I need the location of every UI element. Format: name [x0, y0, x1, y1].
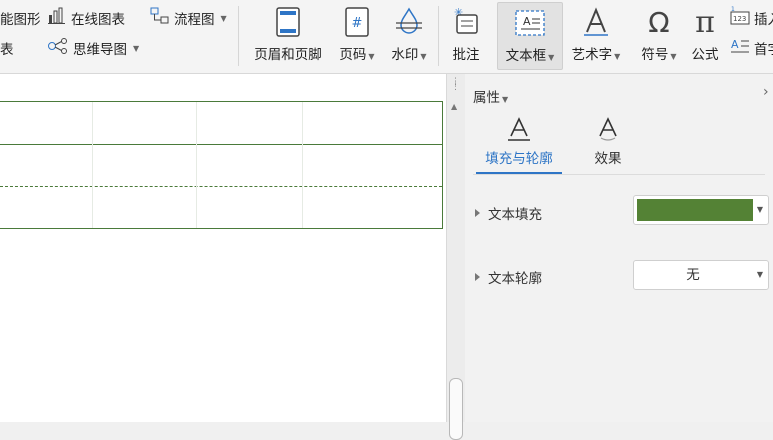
flowchart-button[interactable]: 流程图 ▼ — [150, 7, 227, 29]
tab-effects-label: 效果 — [594, 151, 622, 167]
comment-label: 批注 — [452, 47, 480, 63]
comment-button[interactable]: ✳ 批注 — [446, 2, 486, 68]
chevron-down-icon: ▼ — [220, 13, 227, 23]
online-chart-label: 在线图表 — [71, 12, 125, 28]
text-effect-icon — [595, 114, 621, 144]
chevron-down-icon: ▼ — [548, 53, 555, 62]
page-number-icon: # — [340, 2, 374, 42]
chevron-down-icon: ▼ — [614, 52, 621, 61]
dropcap-label: 首字 — [754, 42, 773, 58]
scroll-up-arrow-icon[interactable]: ▲ — [451, 102, 457, 111]
chevron-right-icon[interactable]: › — [763, 84, 769, 100]
text-fill-expander[interactable]: 文本填充 — [475, 203, 542, 223]
svg-text:123: 123 — [733, 15, 746, 23]
chevron-down-icon: ▼ — [502, 95, 509, 104]
chevron-down-icon: ▼ — [368, 52, 375, 61]
fill-outline-icon — [506, 114, 532, 144]
formula-button[interactable]: π 公式 — [686, 2, 724, 68]
pane-title[interactable]: 属性 ▼ — [473, 86, 508, 106]
document-canvas[interactable] — [0, 74, 446, 422]
fill-color-swatch — [637, 199, 753, 221]
expand-triangle-icon — [475, 273, 480, 281]
splitter-grip-icon[interactable]: ⋮ ⋮ — [451, 78, 460, 92]
tab-fill-outline[interactable]: 填充与轮廓 — [476, 114, 562, 174]
text-outline-expander[interactable]: 文本轮廓 — [475, 267, 542, 287]
svg-text:#: # — [352, 16, 363, 31]
online-chart-button[interactable]: 在线图表 — [47, 7, 125, 29]
watermark-icon — [392, 2, 426, 42]
table-row[interactable] — [0, 145, 442, 187]
table-label: 表 — [0, 42, 14, 58]
text-fill-dropdown[interactable]: ▼ — [633, 195, 769, 225]
smart-graphic-button[interactable]: 能图形 — [0, 8, 41, 28]
textbox-button[interactable]: A 文本框 ▼ — [497, 2, 563, 70]
text-outline-dropdown[interactable]: 无 ▼ — [633, 260, 769, 290]
formula-label: 公式 — [691, 47, 719, 63]
vertical-scrollbar[interactable]: ⋮ ⋮ ▲ — [446, 74, 465, 440]
tab-divider — [473, 174, 765, 175]
page-number-label: 页码 ▼ — [339, 47, 375, 63]
chevron-down-icon: ▼ — [756, 205, 763, 214]
wordart-label: 艺术字 ▼ — [571, 47, 621, 63]
tab-fill-outline-label: 填充与轮廓 — [485, 151, 553, 167]
wordart-button[interactable]: 艺术字 ▼ — [567, 2, 625, 68]
smart-graphic-label: 能图形 — [0, 12, 41, 28]
mindmap-button[interactable]: 思维导图 ▼ — [47, 38, 139, 58]
flowchart-icon — [150, 7, 170, 29]
table-column-divider — [302, 102, 303, 228]
ribbon-toolbar: 能图形 表 在线图表 流程图 ▼ 思维导图 ▼ 页眉和页脚 # 页码 ▼ 水印 … — [0, 0, 773, 74]
chevron-down-icon: ▼ — [420, 52, 427, 61]
chevron-down-icon: ▼ — [670, 52, 677, 61]
header-footer-icon — [271, 2, 305, 42]
flowchart-label: 流程图 — [174, 12, 215, 28]
table-column-divider — [196, 102, 197, 228]
omega-icon: Ω — [648, 5, 670, 39]
expand-triangle-icon — [475, 209, 480, 217]
pi-icon: π — [695, 4, 715, 40]
ribbon-separator — [238, 6, 239, 66]
table-row[interactable] — [0, 102, 442, 145]
textbox-icon: A — [513, 3, 547, 43]
ribbon-separator — [438, 6, 439, 66]
symbol-button[interactable]: Ω 符号 ▼ — [637, 2, 681, 68]
dropcap-button[interactable]: A 首字 — [730, 38, 773, 58]
text-outline-label: 文本轮廓 — [488, 271, 542, 287]
svg-text:1: 1 — [731, 6, 735, 13]
dropcap-icon: A — [730, 37, 750, 59]
document-table[interactable] — [0, 101, 443, 229]
tab-effects[interactable]: 效果 — [583, 114, 633, 172]
text-outline-value: 无 — [686, 267, 700, 283]
properties-pane: 属性 ▼ › 填充与轮廓 效果 文本填充 ▼ 文本轮廓 无 ▼ — [465, 74, 773, 422]
mindmap-label: 思维导图 — [73, 42, 127, 58]
table-button[interactable]: 表 — [0, 38, 14, 58]
svg-text:A: A — [523, 15, 531, 28]
mindmap-icon — [47, 37, 69, 59]
insert-number-button[interactable]: 1231 插入 — [730, 6, 773, 30]
number-list-icon: 123 1 — [730, 6, 750, 30]
page-number-button[interactable]: # 页码 ▼ — [335, 2, 379, 68]
textbox-label: 文本框 ▼ — [505, 48, 555, 64]
header-footer-button[interactable]: 页眉和页脚 — [248, 2, 328, 68]
watermark-label: 水印 ▼ — [391, 47, 427, 63]
chevron-down-icon: ▼ — [133, 43, 140, 53]
scrollbar-thumb[interactable] — [449, 378, 463, 440]
chevron-down-icon: ▼ — [756, 270, 763, 279]
text-fill-label: 文本填充 — [488, 207, 542, 223]
wordart-icon — [579, 2, 613, 42]
header-footer-label: 页眉和页脚 — [254, 47, 322, 63]
symbol-label: 符号 ▼ — [641, 47, 677, 63]
table-column-divider — [92, 102, 93, 228]
comment-icon: ✳ — [449, 2, 483, 42]
online-chart-icon — [47, 7, 67, 29]
svg-text:A: A — [731, 38, 739, 51]
watermark-button[interactable]: 水印 ▼ — [385, 2, 433, 68]
table-row[interactable] — [0, 187, 442, 228]
insert-number-label: 插入 — [754, 12, 773, 28]
